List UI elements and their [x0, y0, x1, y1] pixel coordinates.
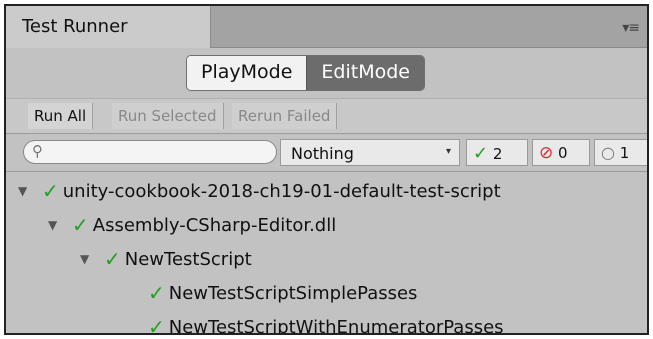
- window-tab[interactable]: Test Runner: [6, 6, 211, 48]
- playmode-tab[interactable]: PlayMode: [187, 56, 307, 90]
- test-tree: ▼ ✓ unity-cookbook-2018-ch19-01-default-…: [6, 172, 647, 335]
- passed-check-icon: ✓: [42, 179, 59, 203]
- check-icon: ✓: [473, 143, 489, 164]
- tree-item-label: Assembly-CSharp-Editor.dll: [92, 214, 337, 236]
- skipped-icon: ○: [601, 143, 615, 162]
- passed-check-icon: ✓: [72, 213, 89, 237]
- run-selected-button[interactable]: Run Selected: [112, 103, 224, 129]
- tree-item[interactable]: ▼ ✓ Assembly-CSharp-Editor.dll: [48, 208, 336, 242]
- tree-item-label: NewTestScriptSimplePasses: [168, 282, 418, 304]
- passed-count: 2: [492, 145, 503, 163]
- search-icon: ⚲: [32, 142, 43, 160]
- search-input[interactable]: ⚲: [23, 140, 277, 164]
- title-bar: Test Runner ▾≡: [6, 6, 647, 48]
- passed-filter-toggle[interactable]: ✓ 2: [466, 139, 528, 166]
- mode-toggle: PlayMode EditMode: [186, 55, 425, 91]
- expand-triangle-icon[interactable]: ▼: [80, 252, 104, 266]
- tree-item[interactable]: ✓ NewTestScriptSimplePasses: [148, 276, 417, 310]
- rerun-failed-button[interactable]: Rerun Failed: [232, 103, 338, 129]
- test-runner-window: Test Runner ▾≡ PlayMode EditMode Run All…: [4, 4, 649, 335]
- failed-filter-toggle[interactable]: ⊘ 0: [532, 139, 590, 166]
- tree-item-label: NewTestScriptWithEnumeratorPasses: [168, 316, 504, 335]
- failed-icon: ⊘: [539, 143, 554, 163]
- dropdown-arrow-icon: ▾: [445, 146, 451, 157]
- window-menu-icon[interactable]: ▾≡: [622, 20, 640, 36]
- expand-triangle-icon[interactable]: ▼: [48, 218, 72, 232]
- tree-item[interactable]: ▼ ✓ unity-cookbook-2018-ch19-01-default-…: [18, 174, 501, 208]
- run-toolbar: Run All Run Selected Rerun Failed: [6, 98, 647, 134]
- skipped-count: 1: [619, 144, 630, 162]
- mode-toolbar: PlayMode EditMode: [6, 48, 647, 98]
- skipped-filter-toggle[interactable]: ○ 1: [594, 139, 647, 166]
- category-dropdown[interactable]: Nothing ▾: [280, 139, 460, 166]
- passed-check-icon: ✓: [104, 247, 121, 271]
- tree-item-label: unity-cookbook-2018-ch19-01-default-test…: [62, 180, 501, 202]
- expand-triangle-icon[interactable]: ▼: [18, 184, 42, 198]
- tree-item[interactable]: ✓ NewTestScriptWithEnumeratorPasses: [148, 310, 504, 335]
- category-value: Nothing: [291, 144, 354, 163]
- passed-check-icon: ✓: [148, 315, 165, 335]
- failed-count: 0: [558, 144, 568, 162]
- tree-item[interactable]: ▼ ✓ NewTestScript: [80, 242, 252, 276]
- filter-toolbar: ⚲ Nothing ▾ ✓ 2 ⊘ 0 ○ 1: [6, 134, 647, 172]
- run-all-button[interactable]: Run All: [28, 103, 94, 129]
- window-title: Test Runner: [22, 16, 128, 37]
- tree-item-label: NewTestScript: [124, 248, 252, 270]
- editmode-tab[interactable]: EditMode: [306, 56, 424, 90]
- passed-check-icon: ✓: [148, 281, 165, 305]
